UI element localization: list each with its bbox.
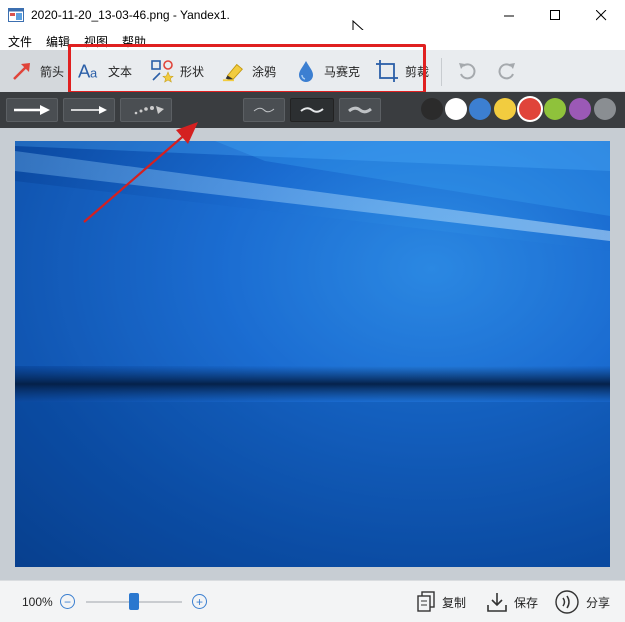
color-swatch-blue[interactable] xyxy=(469,98,491,120)
wave-thin-icon xyxy=(253,107,275,113)
line-style-thick[interactable] xyxy=(339,98,381,122)
redo-icon xyxy=(495,59,519,83)
status-bar: 100% − + 复制 保存 分享 xyxy=(0,580,625,622)
copy-icon xyxy=(417,591,435,612)
arrow-thick-icon xyxy=(14,105,50,115)
crop-icon xyxy=(375,59,399,83)
menu-edit[interactable]: 编辑 xyxy=(46,33,70,50)
blur-drop-icon xyxy=(294,59,318,83)
window-title: 2020-11-20_13-03-46.png - Yandex1. xyxy=(31,8,230,22)
copy-label: 复制 xyxy=(442,595,467,610)
wave-thick-icon xyxy=(348,106,372,114)
tool-shapes[interactable]: 形状 xyxy=(150,50,204,92)
arrow-thin-icon xyxy=(71,106,107,114)
tool-text-label: 文本 xyxy=(108,64,133,79)
tool-text[interactable]: Aa 文本 xyxy=(78,50,132,92)
tool-mosaic[interactable]: 马赛克 xyxy=(294,50,360,92)
title-bar: 2020-11-20_13-03-46.png - Yandex1. xyxy=(0,0,625,40)
menu-file[interactable]: 文件 xyxy=(8,33,32,50)
minus-icon: − xyxy=(63,594,71,609)
redo-button[interactable] xyxy=(495,50,519,92)
share-icon xyxy=(555,590,579,614)
color-swatch-yellow[interactable] xyxy=(494,98,516,120)
save-label: 保存 xyxy=(514,595,539,610)
zoom-in-button[interactable]: + xyxy=(192,594,207,609)
copy-button[interactable]: 复制 xyxy=(416,589,466,615)
close-icon xyxy=(595,9,606,20)
plus-icon: + xyxy=(195,594,203,609)
tool-crop-label: 剪裁 xyxy=(405,64,430,79)
tool-crop[interactable]: 剪裁 xyxy=(375,50,429,92)
tool-highlighter[interactable]: 涂鸦 xyxy=(222,50,276,92)
text-icon: Aa xyxy=(78,59,102,83)
tool-mosaic-label: 马赛克 xyxy=(324,64,361,79)
color-swatch-black[interactable] xyxy=(421,98,443,120)
color-swatch-purple[interactable] xyxy=(569,98,591,120)
arrow-icon xyxy=(10,59,34,83)
share-button[interactable]: 分享 xyxy=(554,589,610,615)
tool-arrow[interactable]: 箭头 xyxy=(0,50,70,92)
close-button[interactable] xyxy=(578,0,624,30)
tool-highlighter-label: 涂鸦 xyxy=(252,64,277,79)
zoom-slider-thumb[interactable] xyxy=(129,593,139,610)
minimize-button[interactable] xyxy=(486,0,532,30)
share-label: 分享 xyxy=(586,595,611,610)
tool-arrow-label: 箭头 xyxy=(40,64,65,79)
wave-medium-icon xyxy=(300,107,324,113)
save-button[interactable]: 保存 xyxy=(486,589,538,615)
annotation-arrow xyxy=(83,122,198,223)
arrow-style-thick[interactable] xyxy=(6,98,58,122)
maximize-icon xyxy=(549,9,560,20)
highlighter-icon xyxy=(222,59,246,83)
svg-text:A: A xyxy=(78,60,91,81)
svg-text:a: a xyxy=(90,65,98,80)
minimize-icon xyxy=(503,15,514,16)
color-swatch-white[interactable] xyxy=(445,98,467,120)
menu-help[interactable]: 帮助 xyxy=(122,33,146,50)
menu-bar: 文件 编辑 视图 帮助 xyxy=(0,30,625,50)
toolbar-separator xyxy=(441,58,442,86)
line-style-thin[interactable] xyxy=(243,98,285,122)
zoom-level: 100% xyxy=(22,595,53,609)
tool-shapes-label: 形状 xyxy=(180,64,205,79)
undo-icon xyxy=(455,59,479,83)
color-swatch-green[interactable] xyxy=(544,98,566,120)
color-swatch-gray[interactable] xyxy=(594,98,616,120)
maximize-button[interactable] xyxy=(532,0,578,30)
color-swatch-red[interactable] xyxy=(519,98,541,120)
menu-view[interactable]: 视图 xyxy=(84,33,108,50)
arrow-dotted-icon xyxy=(134,106,164,115)
line-style-medium[interactable] xyxy=(290,98,334,122)
shapes-icon xyxy=(150,59,174,83)
main-toolbar: 箭头 Aa 文本 形状 涂鸦 马赛克 剪裁 xyxy=(0,50,625,92)
app-icon xyxy=(8,8,24,22)
download-icon xyxy=(487,593,507,612)
undo-button[interactable] xyxy=(455,50,479,92)
zoom-out-button[interactable]: − xyxy=(60,594,75,609)
